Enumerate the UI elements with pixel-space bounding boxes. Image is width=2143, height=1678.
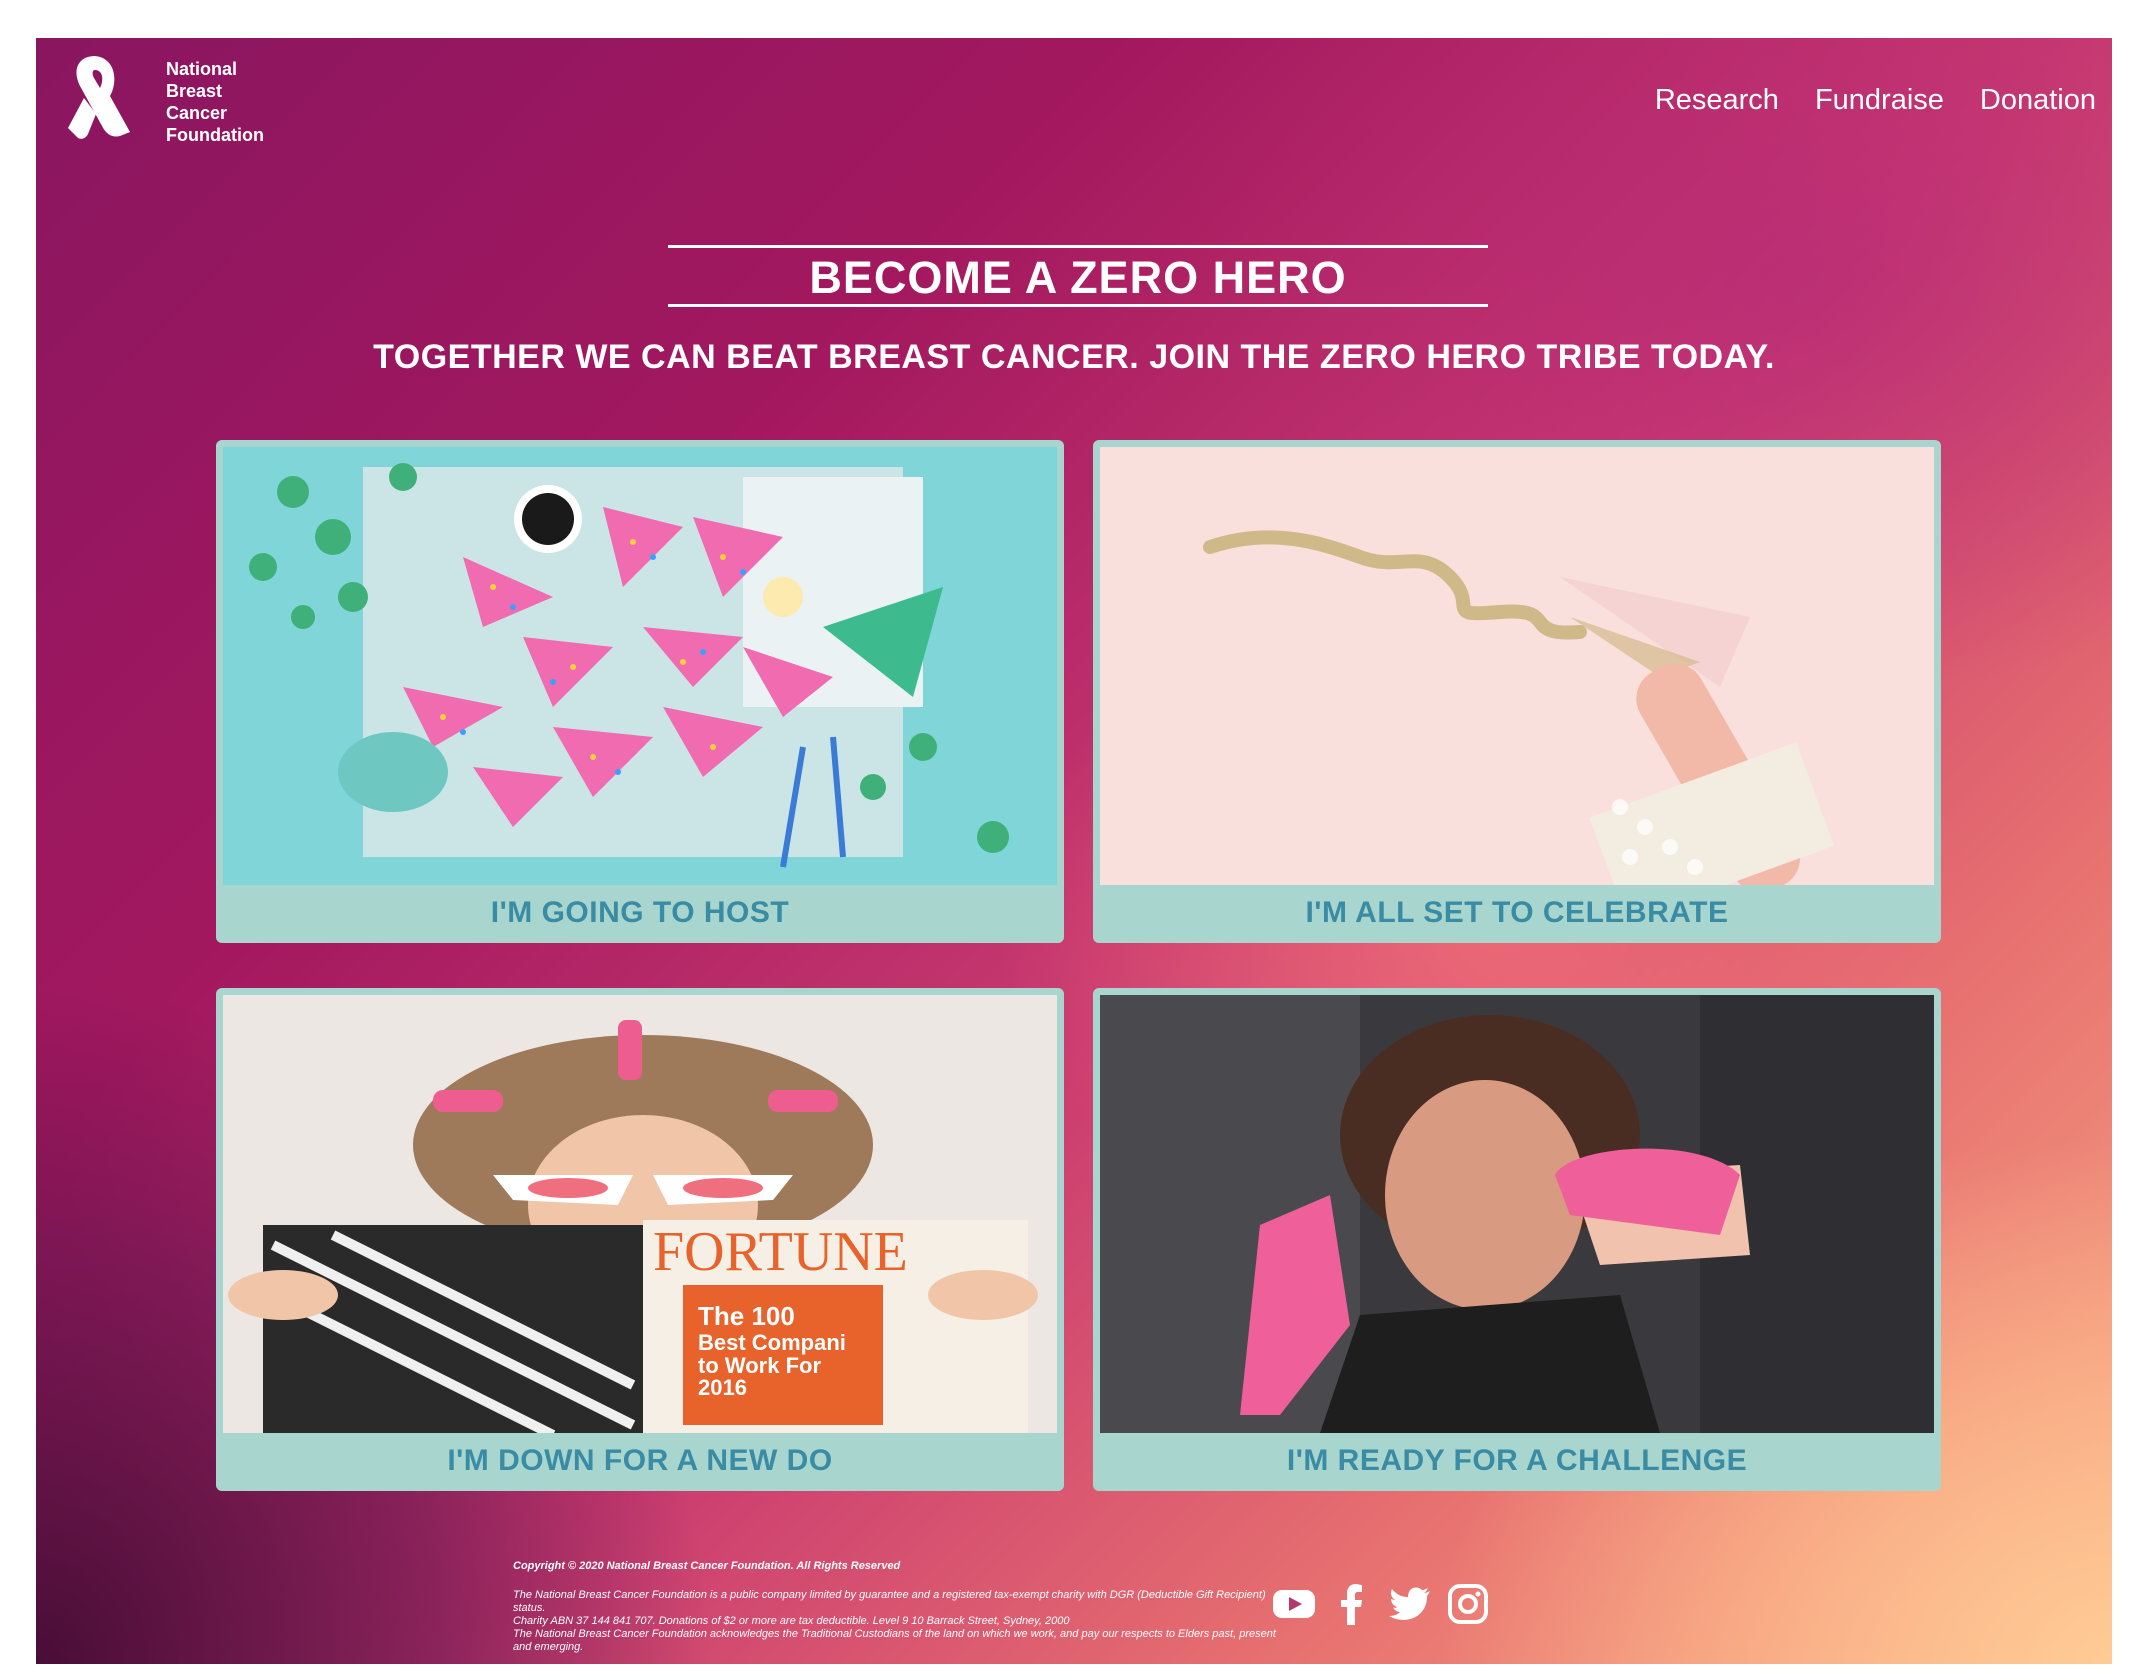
main-nav: Research Fundraise Donation [1655, 84, 2096, 117]
card-host[interactable]: I'M GOING TO HOST [216, 440, 1064, 943]
page-subtitle: TOGETHER WE CAN BEAT BREAST CANCER. JOIN… [373, 338, 1775, 376]
brand-name: National Breast Cancer Foundation [166, 58, 264, 146]
magazine-cover-line: Best Compani [698, 1330, 846, 1355]
footer-text-line: Charity ABN 37 144 841 707. Donations of… [513, 1615, 1070, 1627]
party-food-sprinkles-photo [223, 447, 1057, 885]
card-label: I'M DOWN FOR A NEW DO [447, 1444, 833, 1477]
nav-fundraise-link[interactable]: Fundraise [1815, 84, 1944, 117]
magazine-cover-line: The 100 [698, 1301, 795, 1331]
footer-text-line: The National Breast Cancer Foundation is… [513, 1589, 1266, 1614]
social-links [1271, 1581, 1491, 1627]
card-new-do[interactable]: FORTUNE The 100 Best Compani to Work For… [216, 988, 1064, 1491]
brand-name-line: Cancer [166, 103, 228, 123]
logo[interactable]: National Breast Cancer Foundation [50, 48, 264, 148]
brand-name-line: Breast [166, 81, 223, 101]
nav-research-link[interactable]: Research [1655, 84, 1779, 117]
card-challenge[interactable]: I'M READY FOR A CHALLENGE [1093, 988, 1941, 1491]
footer: Copyright © 2020 National Breast Cancer … [513, 1560, 1283, 1654]
facebook-icon[interactable] [1329, 1581, 1375, 1627]
copyright-text: Copyright © 2020 National Breast Cancer … [513, 1560, 901, 1572]
pink-ribbon-icon [68, 56, 130, 139]
magazine-cover-line: 2016 [698, 1375, 747, 1400]
hand-holding-glitter-glass-photo [1100, 447, 1934, 885]
brand-name-line: National [166, 59, 238, 79]
card-label: I'M ALL SET TO CELEBRATE [1305, 896, 1729, 929]
instagram-icon[interactable] [1445, 1581, 1491, 1627]
card-label: I'M READY FOR A CHALLENGE [1286, 1444, 1748, 1477]
woman-boxing-gloves-photo [1100, 995, 1934, 1433]
page-frame: National Breast Cancer Foundation Resear… [36, 38, 2112, 1664]
page-title: BECOME A ZERO HERO [668, 245, 1488, 307]
footer-text-line: The National Breast Cancer Foundation ac… [513, 1628, 1276, 1653]
card-celebrate[interactable]: I'M ALL SET TO CELEBRATE [1093, 440, 1941, 943]
woman-hair-rollers-magazine-photo: FORTUNE The 100 Best Compani to Work For… [223, 995, 1057, 1433]
twitter-icon[interactable] [1387, 1581, 1433, 1627]
magazine-masthead: FORTUNE [653, 1221, 908, 1283]
youtube-icon[interactable] [1271, 1581, 1317, 1627]
nav-donation-link[interactable]: Donation [1980, 84, 2096, 117]
card-label: I'M GOING TO HOST [490, 896, 790, 929]
brand-name-line: Foundation [166, 125, 264, 145]
